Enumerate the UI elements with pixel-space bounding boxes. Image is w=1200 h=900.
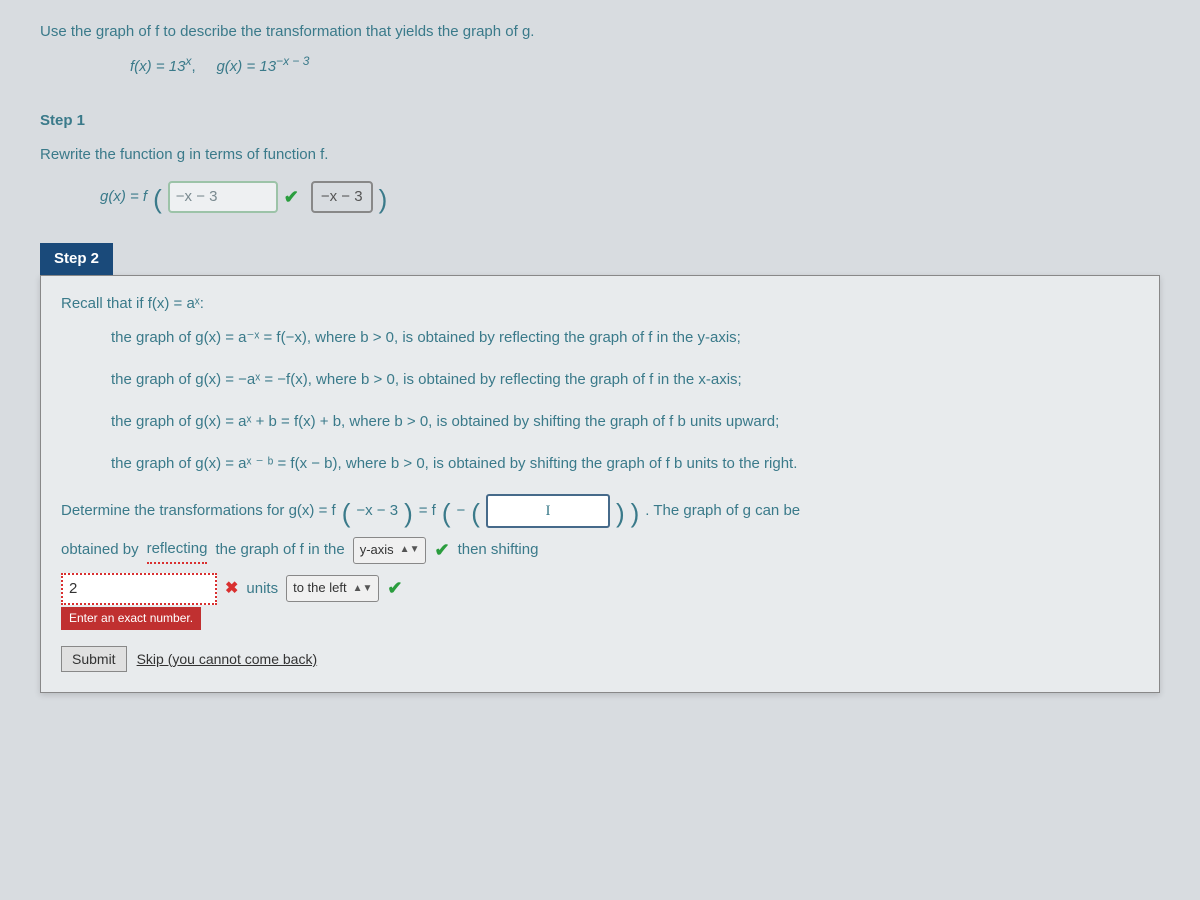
check-icon: ✔ [387,574,402,603]
problem-prompt: Use the graph of f to describe the trans… [40,20,1160,44]
cross-icon: ✖ [225,576,238,602]
stepper-icon: ▲▼ [400,542,420,558]
step2-tab: Step 2 [40,243,113,275]
submit-button[interactable]: Submit [61,646,127,672]
step1-equation: g(x) = f( −x − 3 ✔ −x − 3) [100,181,1160,213]
check-icon: ✔ [284,183,299,212]
skip-link[interactable]: Skip (you cannot come back) [137,648,318,670]
obtained-row-1: obtained by reflecting the graph of f in… [61,536,1139,565]
inner-value-input[interactable]: I [486,494,610,528]
step1-hint-box: −x − 3 [311,181,373,213]
axis-select[interactable]: y-axis▲▼ [353,537,427,564]
reflecting-word: reflecting [147,537,208,564]
step1-label: Step 1 [40,109,1160,133]
direction-select[interactable]: to the left▲▼ [286,575,379,602]
stepper-icon: ▲▼ [353,581,373,597]
step1-description: Rewrite the function g in terms of funct… [40,143,1160,167]
determine-line: Determine the transformations for g(x) =… [61,494,1139,528]
function-definitions: f(x) = 13x, g(x) = 13−x − 3 [130,52,1160,79]
recall-heading: Recall that if f(x) = aˣ: [61,292,1139,316]
step2-panel: Recall that if f(x) = aˣ: the graph of g… [40,275,1160,693]
step1-answer-box[interactable]: −x − 3 [168,181,278,213]
rule-1: the graph of g(x) = a⁻ˣ = f(−x), where b… [111,326,1061,350]
rule-3: the graph of g(x) = aˣ + b = f(x) + b, w… [111,410,1061,434]
obtained-row-2: 2 ✖ units to the left▲▼ ✔ [61,573,1139,605]
rule-2: the graph of g(x) = −aˣ = −f(x), where b… [111,368,1061,392]
rule-4: the graph of g(x) = aˣ ⁻ ᵇ = f(x − b), w… [111,452,1061,476]
error-message: Enter an exact number. [61,607,201,630]
check-icon: ✔ [434,536,449,565]
units-input[interactable]: 2 [61,573,217,605]
